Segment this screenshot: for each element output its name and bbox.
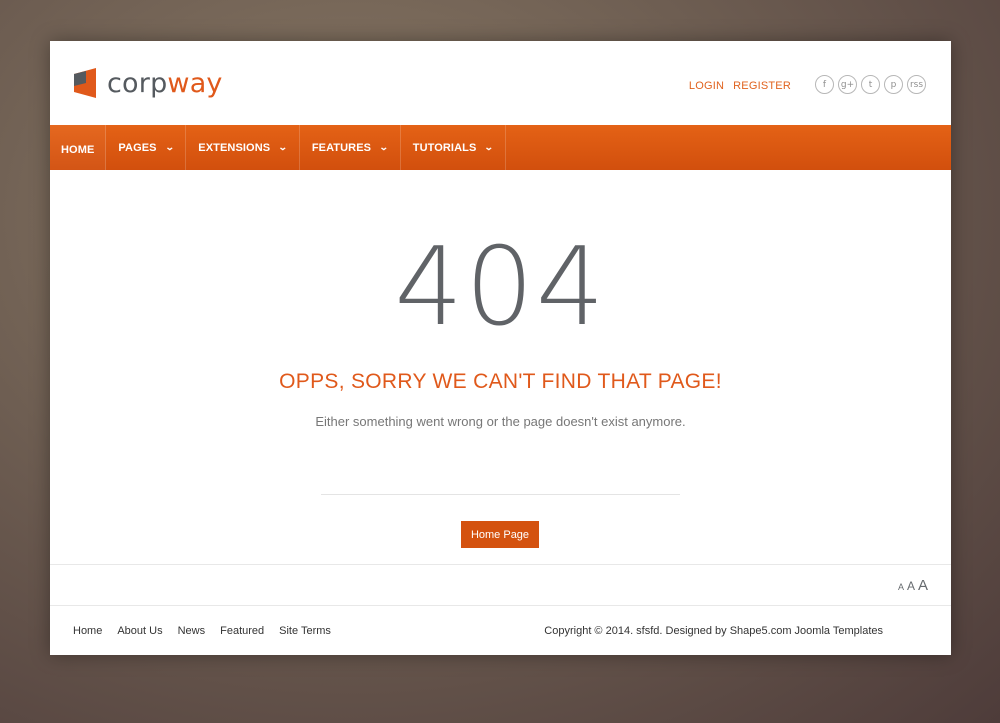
nav-item-tutorials[interactable]: TUTORIALS ⌄ (401, 125, 507, 170)
error-content: 404 OPPS, SORRY WE CAN'T FIND THAT PAGE!… (50, 170, 951, 564)
footer-link-site-terms[interactable]: Site Terms (279, 625, 331, 637)
footer-link-news[interactable]: News (178, 625, 206, 637)
logo-text: corpway (107, 70, 223, 97)
nav-item-label: FEATURES (311, 141, 372, 154)
site-logo[interactable]: corpway (74, 68, 223, 98)
rss-icon[interactable]: rss (907, 75, 926, 94)
font-size-large-button[interactable]: A (918, 577, 928, 594)
login-link[interactable]: LOGIN (689, 80, 724, 92)
error-headline: OPPS, SORRY WE CAN'T FIND THAT PAGE! (279, 370, 722, 393)
logo-text-corp: corp (107, 67, 168, 99)
footer-link-home[interactable]: Home (73, 625, 102, 637)
page-frame: corpway LOGIN REGISTER f g+ t p rss HOME… (50, 41, 951, 655)
logo-icon (74, 68, 96, 98)
social-icons: f g+ t p rss (815, 75, 926, 94)
divider (321, 494, 680, 495)
register-link[interactable]: REGISTER (733, 80, 791, 92)
pinterest-icon[interactable]: p (884, 75, 903, 94)
font-resize-bar: A A A (50, 564, 951, 606)
error-code: 404 (394, 225, 607, 350)
chevron-down-icon: ⌄ (484, 142, 495, 152)
chevron-down-icon: ⌄ (378, 142, 389, 152)
nav-item-extensions[interactable]: EXTENSIONS ⌄ (186, 125, 300, 170)
facebook-icon[interactable]: f (815, 75, 834, 94)
error-message: Either something went wrong or the page … (315, 414, 686, 429)
site-footer: Home About Us News Featured Site Terms C… (50, 606, 951, 655)
font-resizer: A A A (898, 577, 928, 594)
logo-text-way: way (167, 67, 223, 99)
copyright-text: Copyright © 2014. sfsfd. Designed by Sha… (544, 625, 883, 637)
footer-link-featured[interactable]: Featured (220, 625, 264, 637)
auth-links: LOGIN REGISTER (689, 80, 791, 92)
nav-item-label: TUTORIALS (412, 141, 477, 154)
nav-item-home[interactable]: HOME (50, 125, 107, 170)
nav-item-label: HOME (61, 143, 95, 156)
nav-item-label: PAGES (118, 141, 157, 154)
home-page-button[interactable]: Home Page (461, 521, 539, 548)
nav-item-label: EXTENSIONS (198, 141, 271, 154)
footer-link-about-us[interactable]: About Us (117, 625, 162, 637)
twitter-icon[interactable]: t (861, 75, 880, 94)
google-plus-icon[interactable]: g+ (838, 75, 857, 94)
font-size-small-button[interactable]: A (898, 582, 904, 592)
font-size-medium-button[interactable]: A (907, 579, 915, 593)
footer-nav: Home About Us News Featured Site Terms (73, 625, 331, 637)
nav-item-features[interactable]: FEATURES ⌄ (300, 125, 401, 170)
chevron-down-icon: ⌄ (164, 142, 175, 152)
site-header: corpway LOGIN REGISTER f g+ t p rss (50, 41, 951, 125)
main-nav: HOME PAGES ⌄ EXTENSIONS ⌄ FEATURES ⌄ TUT… (50, 125, 951, 170)
nav-item-pages[interactable]: PAGES ⌄ (106, 125, 187, 170)
chevron-down-icon: ⌄ (278, 142, 288, 152)
